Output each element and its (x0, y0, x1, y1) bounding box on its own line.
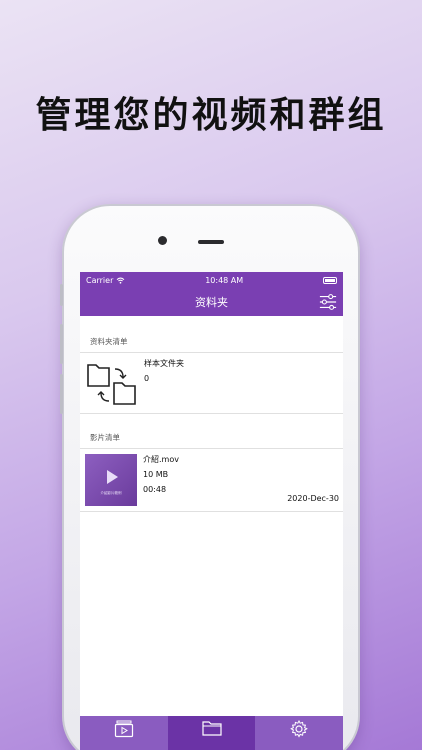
nav-title: 资料夹 (195, 296, 228, 309)
app-screen: Carrier 10:48 AM 资料夹 资料夹清单 样本文件夹 0 影片清单 … (80, 272, 343, 750)
video-row[interactable]: 介紹影片範例 介紹.mov 10 MB 00:48 2020-Dec-30 (80, 448, 343, 512)
nav-bar: 资料夹 (80, 288, 343, 316)
video-size: 10 MB (143, 470, 169, 479)
play-icon (107, 470, 118, 484)
folder-list-header: 资料夹清单 (80, 330, 343, 352)
front-camera (158, 236, 167, 245)
filter-settings-button[interactable] (319, 293, 337, 311)
wifi-icon (117, 277, 125, 284)
mute-switch (60, 284, 63, 306)
folder-row[interactable]: 样本文件夹 0 (80, 352, 343, 414)
tab-settings[interactable] (255, 716, 343, 750)
folder-icon (201, 721, 222, 736)
volume-down-button (60, 374, 63, 414)
gear-icon (290, 720, 309, 738)
video-title: 介紹.mov (143, 455, 179, 464)
promo-headline: 管理您的视频和群组 (35, 95, 387, 136)
folder-item-count: 0 (144, 374, 150, 383)
video-library-icon (114, 720, 133, 738)
video-date: 2020-Dec-30 (287, 494, 339, 503)
status-time: 10:48 AM (205, 275, 244, 285)
tab-folders[interactable] (167, 716, 256, 750)
thumbnail-caption: 介紹影片範例 (100, 491, 122, 495)
tab-videos[interactable] (80, 716, 168, 750)
carrier-label: Carrier (86, 275, 114, 285)
folder-swap-icon (87, 364, 136, 405)
video-thumbnail: 介紹影片範例 (85, 454, 137, 506)
tab-bar (80, 716, 343, 750)
video-list-header: 影片清单 (80, 426, 343, 448)
volume-up-button (60, 324, 63, 364)
battery-icon (323, 276, 337, 284)
folder-name: 样本文件夹 (144, 359, 184, 368)
video-duration: 00:48 (143, 485, 167, 494)
status-bar: Carrier 10:48 AM (80, 272, 343, 288)
earpiece-speaker (198, 240, 224, 244)
